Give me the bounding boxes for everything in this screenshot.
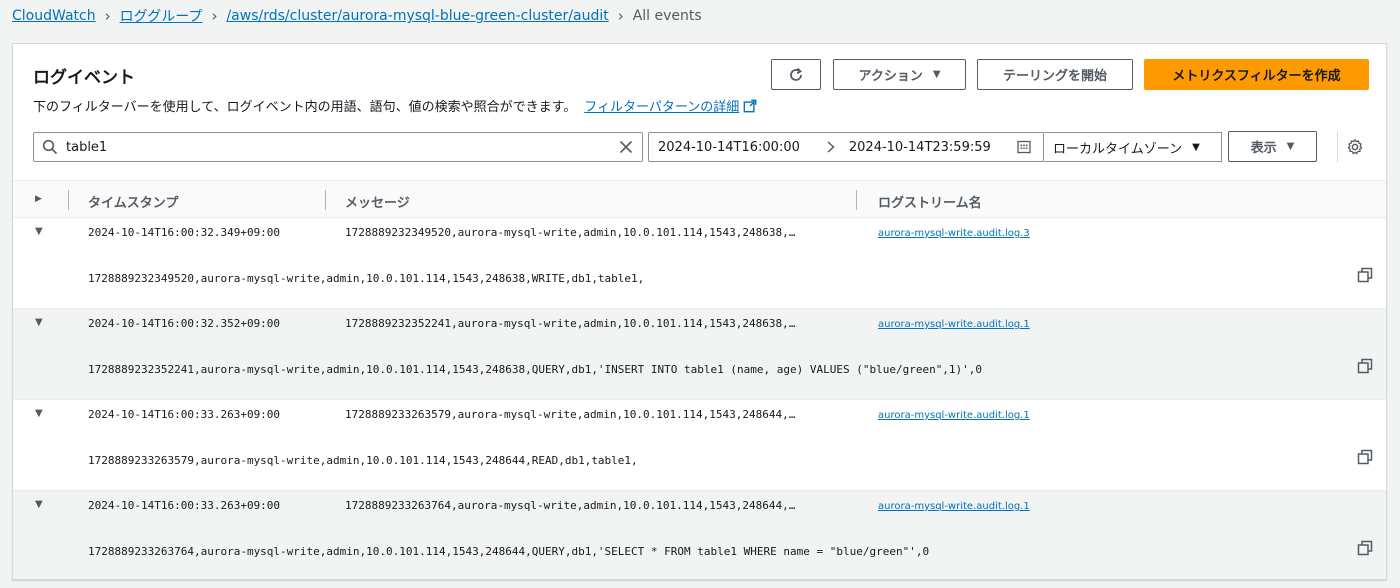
search-input[interactable]: table1 <box>33 132 643 162</box>
panel-description: 下のフィルターバーを使用して、ログイベント内の用語、語句、値の検索や照合ができま… <box>33 96 757 115</box>
close-icon[interactable] <box>618 139 634 155</box>
row-message-summary: 1728889232349520,aurora-mysql-write,admi… <box>345 226 796 239</box>
actions-label: アクション <box>858 69 923 84</box>
table-row[interactable]: ▼ 2024-10-14T16:00:33.263+09:00 17288892… <box>13 400 1386 491</box>
create-metric-filter-button[interactable]: メトリクスフィルターを作成 <box>1144 59 1369 90</box>
panel-title: ログイベント <box>33 68 135 88</box>
log-events-panel: ログイベント 下のフィルターバーを使用して、ログイベント内の用語、語句、値の検索… <box>12 43 1387 580</box>
breadcrumb-current: All events <box>632 8 702 24</box>
table-row[interactable]: ▼ 2024-10-14T16:00:32.352+09:00 17288892… <box>13 309 1386 400</box>
chevron-right-icon: › <box>617 7 624 25</box>
timezone-value: ローカルタイムゾーン <box>1053 141 1183 157</box>
search-icon <box>42 139 58 155</box>
caret-down-icon[interactable]: ▼ <box>35 226 43 237</box>
expand-all-toggle-icon[interactable]: ▶ <box>35 194 42 204</box>
breadcrumb-link-cloudwatch[interactable]: CloudWatch <box>12 8 96 24</box>
breadcrumb-link-log-group[interactable]: /aws/rds/cluster/aurora-mysql-blue-green… <box>226 8 608 24</box>
copy-icon[interactable] <box>1357 267 1373 283</box>
calendar-icon <box>1017 140 1031 154</box>
breadcrumb: CloudWatch › ロググループ › /aws/rds/cluster/a… <box>12 6 702 26</box>
column-header-message[interactable]: メッセージ <box>345 192 410 211</box>
table-row[interactable]: ▼ 2024-10-14T16:00:33.263+09:00 17288892… <box>13 491 1386 579</box>
copy-icon[interactable] <box>1357 540 1373 556</box>
gear-icon[interactable] <box>1346 138 1364 156</box>
row-message-full: 1728889232349520,aurora-mysql-write,admi… <box>88 272 645 285</box>
row-message-summary: 1728889233263579,aurora-mysql-write,admi… <box>345 408 796 421</box>
row-message-summary: 1728889232352241,aurora-mysql-write,admi… <box>345 317 796 330</box>
table-row[interactable]: ▼ 2024-10-14T16:00:32.349+09:00 17288892… <box>13 218 1386 309</box>
row-timestamp: 2024-10-14T16:00:32.352+09:00 <box>88 317 281 330</box>
row-log-stream-link[interactable]: aurora-mysql-write.audit.log.1 <box>878 319 1030 330</box>
external-link-icon[interactable] <box>743 99 757 113</box>
timezone-select[interactable]: ローカルタイムゾーン ▼ <box>1044 132 1222 162</box>
panel-description-text: 下のフィルターバーを使用して、ログイベント内の用語、語句、値の検索や照合ができま… <box>33 100 577 115</box>
row-timestamp: 2024-10-14T16:00:33.263+09:00 <box>88 499 281 512</box>
filter-pattern-help-link[interactable]: フィルターパターンの詳細 <box>584 96 739 115</box>
start-tailing-button[interactable]: テーリングを開始 <box>977 59 1133 90</box>
row-log-stream-link[interactable]: aurora-mysql-write.audit.log.3 <box>878 228 1030 239</box>
column-header-timestamp[interactable]: タイムスタンプ <box>88 192 178 211</box>
caret-down-icon: ▼ <box>1286 141 1295 152</box>
table-header: ▶ タイムスタンプ メッセージ ログストリーム名 <box>13 180 1386 218</box>
row-message-full: 1728889233263764,aurora-mysql-write,admi… <box>88 545 930 558</box>
row-log-stream-link[interactable]: aurora-mysql-write.audit.log.1 <box>878 410 1030 421</box>
divider <box>1337 132 1338 162</box>
caret-down-icon[interactable]: ▼ <box>35 499 43 510</box>
row-log-stream-link[interactable]: aurora-mysql-write.audit.log.1 <box>878 501 1030 512</box>
column-header-log-stream[interactable]: ログストリーム名 <box>878 192 982 211</box>
view-label: 表示 <box>1250 141 1277 156</box>
chevron-right-icon: › <box>211 7 218 25</box>
chevron-right-icon <box>827 141 835 153</box>
caret-down-icon: ▼ <box>1192 141 1200 153</box>
copy-icon[interactable] <box>1357 358 1373 374</box>
breadcrumb-link-log-groups[interactable]: ロググループ <box>120 6 203 26</box>
row-message-full: 1728889232352241,aurora-mysql-write,admi… <box>88 363 983 376</box>
caret-down-icon[interactable]: ▼ <box>35 408 43 419</box>
row-timestamp: 2024-10-14T16:00:33.263+09:00 <box>88 408 281 421</box>
caret-down-icon[interactable]: ▼ <box>35 317 43 328</box>
copy-icon[interactable] <box>1357 449 1373 465</box>
search-value: table1 <box>66 139 108 155</box>
date-start: 2024-10-14T16:00:00 <box>658 139 800 155</box>
caret-down-icon: ▼ <box>932 69 941 80</box>
refresh-icon <box>790 67 802 81</box>
actions-dropdown-button[interactable]: アクション ▼ <box>833 59 966 90</box>
row-message-full: 1728889233263579,aurora-mysql-write,admi… <box>88 454 638 467</box>
column-separator <box>68 190 69 210</box>
row-message-summary: 1728889233263764,aurora-mysql-write,admi… <box>345 499 796 512</box>
column-separator[interactable] <box>856 190 857 210</box>
refresh-button[interactable] <box>771 59 821 90</box>
row-timestamp: 2024-10-14T16:00:32.349+09:00 <box>88 226 281 239</box>
chevron-right-icon: › <box>104 7 111 25</box>
column-separator[interactable] <box>325 190 326 210</box>
date-range-picker[interactable]: 2024-10-14T16:00:00 2024-10-14T23:59:59 <box>648 132 1044 162</box>
view-dropdown-button[interactable]: 表示 ▼ <box>1228 131 1317 162</box>
date-end: 2024-10-14T23:59:59 <box>848 139 991 155</box>
